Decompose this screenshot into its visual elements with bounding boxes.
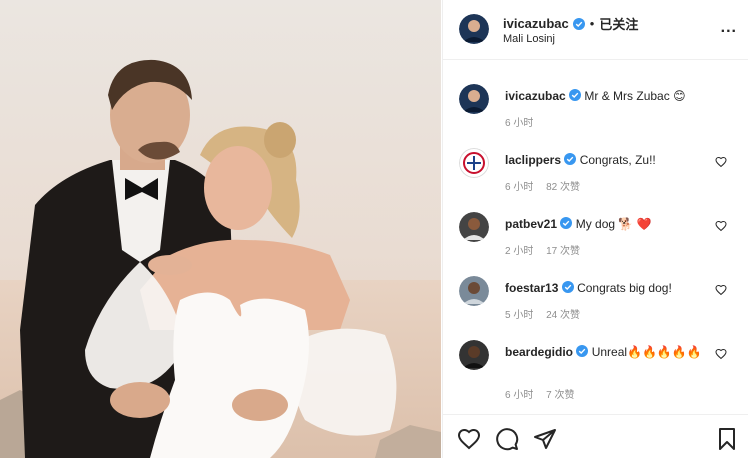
bookmark-icon[interactable] xyxy=(715,427,739,451)
comment-username[interactable]: patbev21 xyxy=(505,217,557,231)
comment-likes[interactable]: 7 次赞 xyxy=(546,390,574,401)
comment-text: Unreal🔥🔥🔥🔥🔥 xyxy=(591,345,702,359)
comment-meta: 2 小时 17 次赞 xyxy=(505,242,590,257)
comment-username[interactable]: beardegidio xyxy=(505,345,573,359)
verified-badge-icon xyxy=(576,345,589,357)
comment-text: Congrats big dog! xyxy=(577,281,672,295)
verified-badge-icon xyxy=(561,281,574,293)
wedding-photo-image xyxy=(0,0,441,458)
comment-text: Congrats, Zu!! xyxy=(579,153,656,167)
comment-time[interactable]: 6 小时 xyxy=(505,118,533,129)
separator-dot: • xyxy=(589,16,595,31)
like-heart-icon[interactable] xyxy=(715,284,727,296)
author-avatar[interactable] xyxy=(459,14,489,44)
comment-meta: 6 小时 xyxy=(505,114,543,129)
comment-text: My dog 🐕 ❤️ xyxy=(575,217,652,231)
like-heart-icon[interactable] xyxy=(715,220,727,232)
commenter-avatar[interactable] xyxy=(459,340,489,370)
follow-status-button[interactable]: 已关注 xyxy=(599,14,638,33)
author-line: ivicazubac • 已关注 xyxy=(503,14,638,33)
more-options-button[interactable]: ... xyxy=(721,20,737,36)
post-details-panel: ivicazubac • 已关注 Mali Losinj ... ivicazu… xyxy=(442,0,748,458)
comment-meta: 5 小时 24 次赞 xyxy=(505,306,590,321)
comment-meta: 6 小时 82 次赞 xyxy=(505,178,590,193)
comment-text-line: beardegidio Unreal🔥🔥🔥🔥🔥 xyxy=(505,344,720,360)
comment-meta: 6 小时 7 次赞 xyxy=(505,386,584,401)
comment-text: Mr & Mrs Zubac 😊 xyxy=(584,89,686,103)
comment-likes[interactable]: 24 次赞 xyxy=(546,310,580,321)
comment-username[interactable]: laclippers xyxy=(505,153,561,167)
heart-outline-icon[interactable] xyxy=(457,427,481,451)
post-photo[interactable] xyxy=(0,0,441,458)
commenter-avatar[interactable] xyxy=(459,276,489,306)
comment-username[interactable]: foestar13 xyxy=(505,281,558,295)
commenter-avatar[interactable] xyxy=(459,212,489,242)
verified-badge-icon xyxy=(564,153,577,165)
comment-text-line: foestar13 Congrats big dog! xyxy=(505,280,720,296)
comment-time[interactable]: 6 小时 xyxy=(505,390,533,401)
comment-time[interactable]: 6 小时 xyxy=(505,182,533,193)
commenter-avatar[interactable] xyxy=(459,84,489,114)
comment-time[interactable]: 2 小时 xyxy=(505,246,533,257)
comment-text-line: laclippers Congrats, Zu!! xyxy=(505,152,720,168)
post-action-bar xyxy=(443,414,748,458)
comment-time[interactable]: 5 小时 xyxy=(505,310,533,321)
comment-text-line: ivicazubac Mr & Mrs Zubac 😊 xyxy=(505,88,720,104)
like-heart-icon[interactable] xyxy=(715,348,727,360)
like-heart-icon[interactable] xyxy=(715,156,727,168)
comment-likes[interactable]: 17 次赞 xyxy=(546,246,580,257)
author-username[interactable]: ivicazubac xyxy=(503,16,569,31)
post-header: ivicazubac • 已关注 Mali Losinj ... xyxy=(443,0,748,60)
verified-badge-icon xyxy=(569,89,582,101)
verified-badge-icon xyxy=(560,217,573,229)
comment-likes[interactable]: 82 次赞 xyxy=(546,182,580,193)
commenter-avatar[interactable] xyxy=(459,148,489,178)
verified-badge-icon xyxy=(572,17,585,30)
paper-plane-icon[interactable] xyxy=(533,427,557,451)
comment-bubble-icon[interactable] xyxy=(495,427,519,451)
location-link[interactable]: Mali Losinj xyxy=(503,33,555,45)
comment-text-line: patbev21 My dog 🐕 ❤️ xyxy=(505,216,720,232)
comment-username[interactable]: ivicazubac xyxy=(505,89,566,103)
